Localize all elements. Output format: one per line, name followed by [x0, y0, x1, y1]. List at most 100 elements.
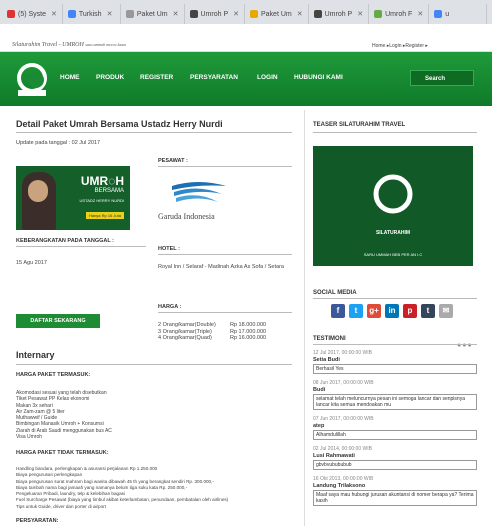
testimoni-title: TESTIMONI	[313, 336, 346, 342]
testimoni-date: 16 Okt 2013, 00:00:00 WIB	[313, 476, 374, 482]
browser-tab[interactable]: u	[429, 4, 488, 24]
page-title: Detail Paket Umrah Bersama Ustadz Herry …	[16, 119, 223, 129]
nav-login[interactable]: LOGIN	[257, 74, 278, 81]
tab-favicon-icon	[7, 10, 15, 18]
divider	[313, 344, 477, 345]
tab-close-icon[interactable]: ✕	[107, 10, 113, 18]
keberangkatan-label: KEBERANGKATAN PADA TANGGAL :	[16, 238, 114, 244]
main-navbar: HOME PRODUK REGISTER PERSYARATAN LOGIN H…	[0, 52, 492, 106]
testimoni-message: Alhamdulillah	[313, 430, 477, 440]
testimoni-message: gbvbvubububub	[313, 460, 477, 470]
hotel-value: Royal Inn / Selaraf - Madinah Azka As So…	[158, 264, 284, 270]
email-icon[interactable]: ✉	[439, 304, 453, 318]
tab-label: Turkish	[78, 10, 102, 18]
nav-persyaratan[interactable]: PERSYARATAN	[190, 74, 238, 81]
banner-sub: BERSAMA	[94, 188, 124, 194]
tab-label: Umroh P	[324, 10, 353, 18]
tab-favicon-icon	[250, 10, 258, 18]
tab-close-icon[interactable]: ✕	[51, 10, 57, 18]
browser-tab[interactable]: Umroh P ✕	[309, 4, 370, 24]
testimoni-message: Berhasil Yes	[313, 364, 477, 374]
nav-register[interactable]: REGISTER	[140, 74, 173, 81]
site-logo-icon[interactable]	[12, 60, 52, 100]
harga-item: 2 Orang/kamar(Double)	[158, 322, 216, 328]
pesawat-label: PESAWAT :	[158, 158, 188, 164]
divider	[158, 254, 292, 255]
persyaratan-title: PERSYARATAN:	[16, 518, 59, 524]
social-title: SOCIAL MEDIA	[313, 290, 357, 296]
tab-close-icon[interactable]: ✕	[173, 10, 179, 18]
harga-item: 4 Orang/kamar(Quad)	[158, 335, 212, 341]
tab-close-icon[interactable]: ✕	[233, 10, 239, 18]
termasuk-title: HARGA PAKET TERMASUK:	[16, 372, 91, 378]
harga-list: 2 Orang/kamar(Double) 3 Orang/kamar(Trip…	[158, 322, 216, 342]
site-topbar: Silaturahim Travel - UMROH sasu ummah me…	[0, 40, 492, 52]
search-box[interactable]: Search	[410, 70, 474, 86]
package-banner-image: UMR◌H BERSAMA USTADZ HERRY NURDI Hanya R…	[16, 166, 130, 230]
tab-label: Paket Um	[261, 10, 292, 18]
browser-tab[interactable]: Paket Um ✕	[245, 4, 309, 24]
daftar-sekarang-button[interactable]: DAFTAR SEKARANG	[16, 314, 100, 328]
tab-label: u	[445, 10, 450, 18]
testimoni-message: Maaf saya mau hubungi jurusan akuntansi …	[313, 490, 477, 506]
browser-tab[interactable]: Paket Um ✕	[121, 4, 185, 24]
tab-favicon-icon	[434, 10, 443, 18]
nav-home[interactable]: HOME	[60, 74, 80, 81]
browser-tab[interactable]: Turkish ✕	[63, 4, 121, 24]
divider	[16, 246, 146, 247]
tab-label: Paket Um	[136, 10, 168, 18]
harga-value: Rp 18.000.000	[230, 322, 267, 328]
divider	[16, 132, 292, 133]
keberangkatan-value: 15 Agu 2017	[16, 260, 47, 266]
search-label: Search	[425, 76, 446, 82]
browser-tab-bar: (5) Syste ✕ Turkish ✕ Paket Um ✕ Umroh P ✕ P…	[0, 0, 492, 24]
divider	[158, 312, 292, 313]
site-subtitle: sasu ummah mecca lunas	[85, 42, 127, 47]
browser-tab[interactable]: (5) Syste ✕	[2, 4, 63, 24]
testimoni-date: 07 Jun 2017, 00:00:00 WIB	[313, 416, 374, 422]
tab-favicon-icon	[374, 10, 383, 18]
tab-close-icon[interactable]: ✕	[417, 10, 423, 18]
testimoni-date: 02 Jul 2014, 00:00:00 WIB	[313, 446, 372, 452]
testimoni-name: atep	[313, 423, 325, 429]
top-links[interactable]: Home ▸Login ▸Register ▸	[372, 43, 428, 49]
divider	[313, 298, 477, 299]
harga-values: Rp 18.000.000 Rp 17.000.000 Rp 16.000.00…	[230, 322, 266, 342]
teaser-caption: SILATURAHIM	[375, 230, 411, 236]
testimoni-name: Setia Budi	[313, 357, 340, 363]
testimoni-name: Budi	[313, 387, 326, 393]
twitter-icon[interactable]: t	[349, 304, 363, 318]
termasuk-list: Akomodasi sesuai yang telah disebutkan T…	[16, 390, 112, 441]
tumblr-icon[interactable]: t	[421, 304, 435, 318]
teaser-title: TEASER SILATURAHIM TRAVEL	[313, 122, 406, 128]
sidebar: TEASER SILATURAHIM TRAVEL SILATURAHIM SA…	[304, 110, 484, 526]
teaser-logo-icon	[373, 174, 413, 214]
testimoni-name: Landung Trilaksono	[313, 483, 366, 489]
site-title: Silaturahim Travel - UMROH sasu ummah me…	[12, 42, 127, 48]
internary-heading: Internary	[16, 350, 55, 360]
nav-produk[interactable]: PRODUK	[96, 74, 124, 81]
teaser-caption-2: SARU UMMAH BEB PER AN I.C	[363, 252, 423, 257]
pinterest-icon[interactable]: p	[403, 304, 417, 318]
tab-label: Umroh P	[200, 10, 229, 18]
tab-close-icon[interactable]: ✕	[297, 10, 303, 18]
facebook-icon[interactable]: f	[331, 304, 345, 318]
linkedin-icon[interactable]: in	[385, 304, 399, 318]
divider	[158, 166, 292, 167]
banner-title: UMR◌H	[80, 174, 124, 188]
teaser-video[interactable]: SILATURAHIM SARU UMMAH BEB PER AN I.C	[313, 146, 473, 266]
testimoni-date: 12 Jul 2017, 00:00:00 WIB	[313, 350, 372, 356]
update-date: Update pada tanggal : 02 Jul 2017	[16, 140, 101, 146]
tidak-termasuk-title: HARGA PAKET TIDAK TERMASUK:	[16, 450, 109, 456]
browser-tab[interactable]: Umroh F ✕	[369, 4, 430, 24]
nav-hubungi-kami[interactable]: HUBUNGI KAMI	[294, 74, 343, 81]
hotel-label: HOTEL :	[158, 246, 180, 252]
main-content: Detail Paket Umrah Bersama Ustadz Herry …	[12, 110, 296, 526]
browser-tab[interactable]: Umroh P ✕	[185, 4, 245, 24]
google-plus-icon[interactable]: g+	[367, 304, 381, 318]
divider	[16, 364, 292, 365]
tab-close-icon[interactable]: ✕	[357, 10, 363, 18]
banner-face	[28, 180, 48, 202]
airline-name: Garuda Indonesia	[158, 212, 215, 221]
tab-label: Umroh F	[385, 10, 413, 18]
